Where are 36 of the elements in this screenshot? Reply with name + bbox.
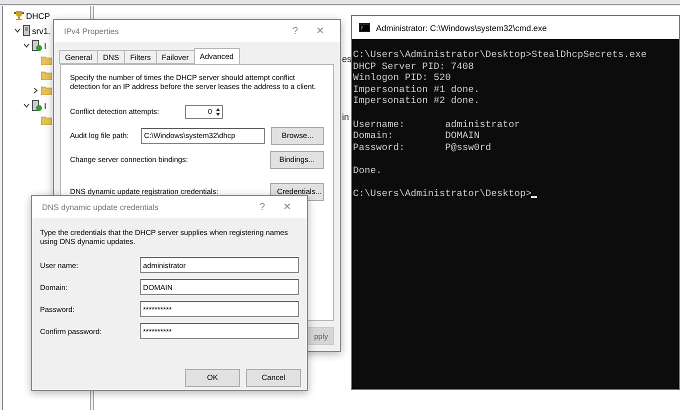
server-icon (32, 100, 42, 111)
console-line: Impersonation #2 done. (353, 95, 480, 107)
console-line: Domain: DOMAIN (353, 130, 480, 142)
partial-text: in (342, 112, 350, 122)
server-icon (32, 40, 42, 51)
folder-icon (41, 86, 52, 95)
console-line: Impersonation #1 done. (353, 84, 480, 96)
chevron-icon[interactable] (32, 87, 39, 94)
console-line: DHCP Server PID: 7408 (353, 60, 474, 72)
console-icon (359, 23, 370, 32)
chevron-icon[interactable] (14, 27, 21, 34)
server-icon (23, 25, 30, 36)
console-line: Winlogon PID: 520 (353, 72, 451, 84)
close-button[interactable]: ✕ (277, 201, 297, 213)
folder-icon (41, 56, 52, 65)
console-line: C:\Users\Administrator\Desktop>StealDhcpSecrets.exe (353, 49, 647, 61)
console-line: C:\Users\Administrator\Desktop> (353, 188, 532, 200)
help-button[interactable]: ? (253, 202, 271, 212)
console-line: Password: P@ssw0rd (353, 142, 492, 154)
chevron-icon[interactable] (23, 102, 30, 109)
window-title: Administrator: C:\Windows\system32\cmd.exe (376, 22, 547, 32)
chevron-icon[interactable] (23, 42, 30, 49)
dialog-title: IPv4 Properties (64, 26, 120, 36)
folder-icon (41, 116, 52, 125)
partial-text: es (342, 54, 352, 64)
help-button[interactable]: ? (286, 26, 304, 36)
tree-item[interactable]: DHCP (26, 10, 50, 20)
folder-icon (41, 71, 52, 80)
tree-item[interactable]: I (44, 40, 46, 50)
console-line: Done. (353, 164, 382, 177)
trophy-icon (14, 10, 24, 21)
tree-item[interactable]: srv1. (32, 26, 50, 36)
console-line: Username: administrator (353, 118, 520, 130)
close-button[interactable]: ✕ (310, 25, 330, 37)
tree-item[interactable]: I (44, 100, 46, 110)
dialog-title: DNS dynamic update credentials (42, 202, 160, 212)
